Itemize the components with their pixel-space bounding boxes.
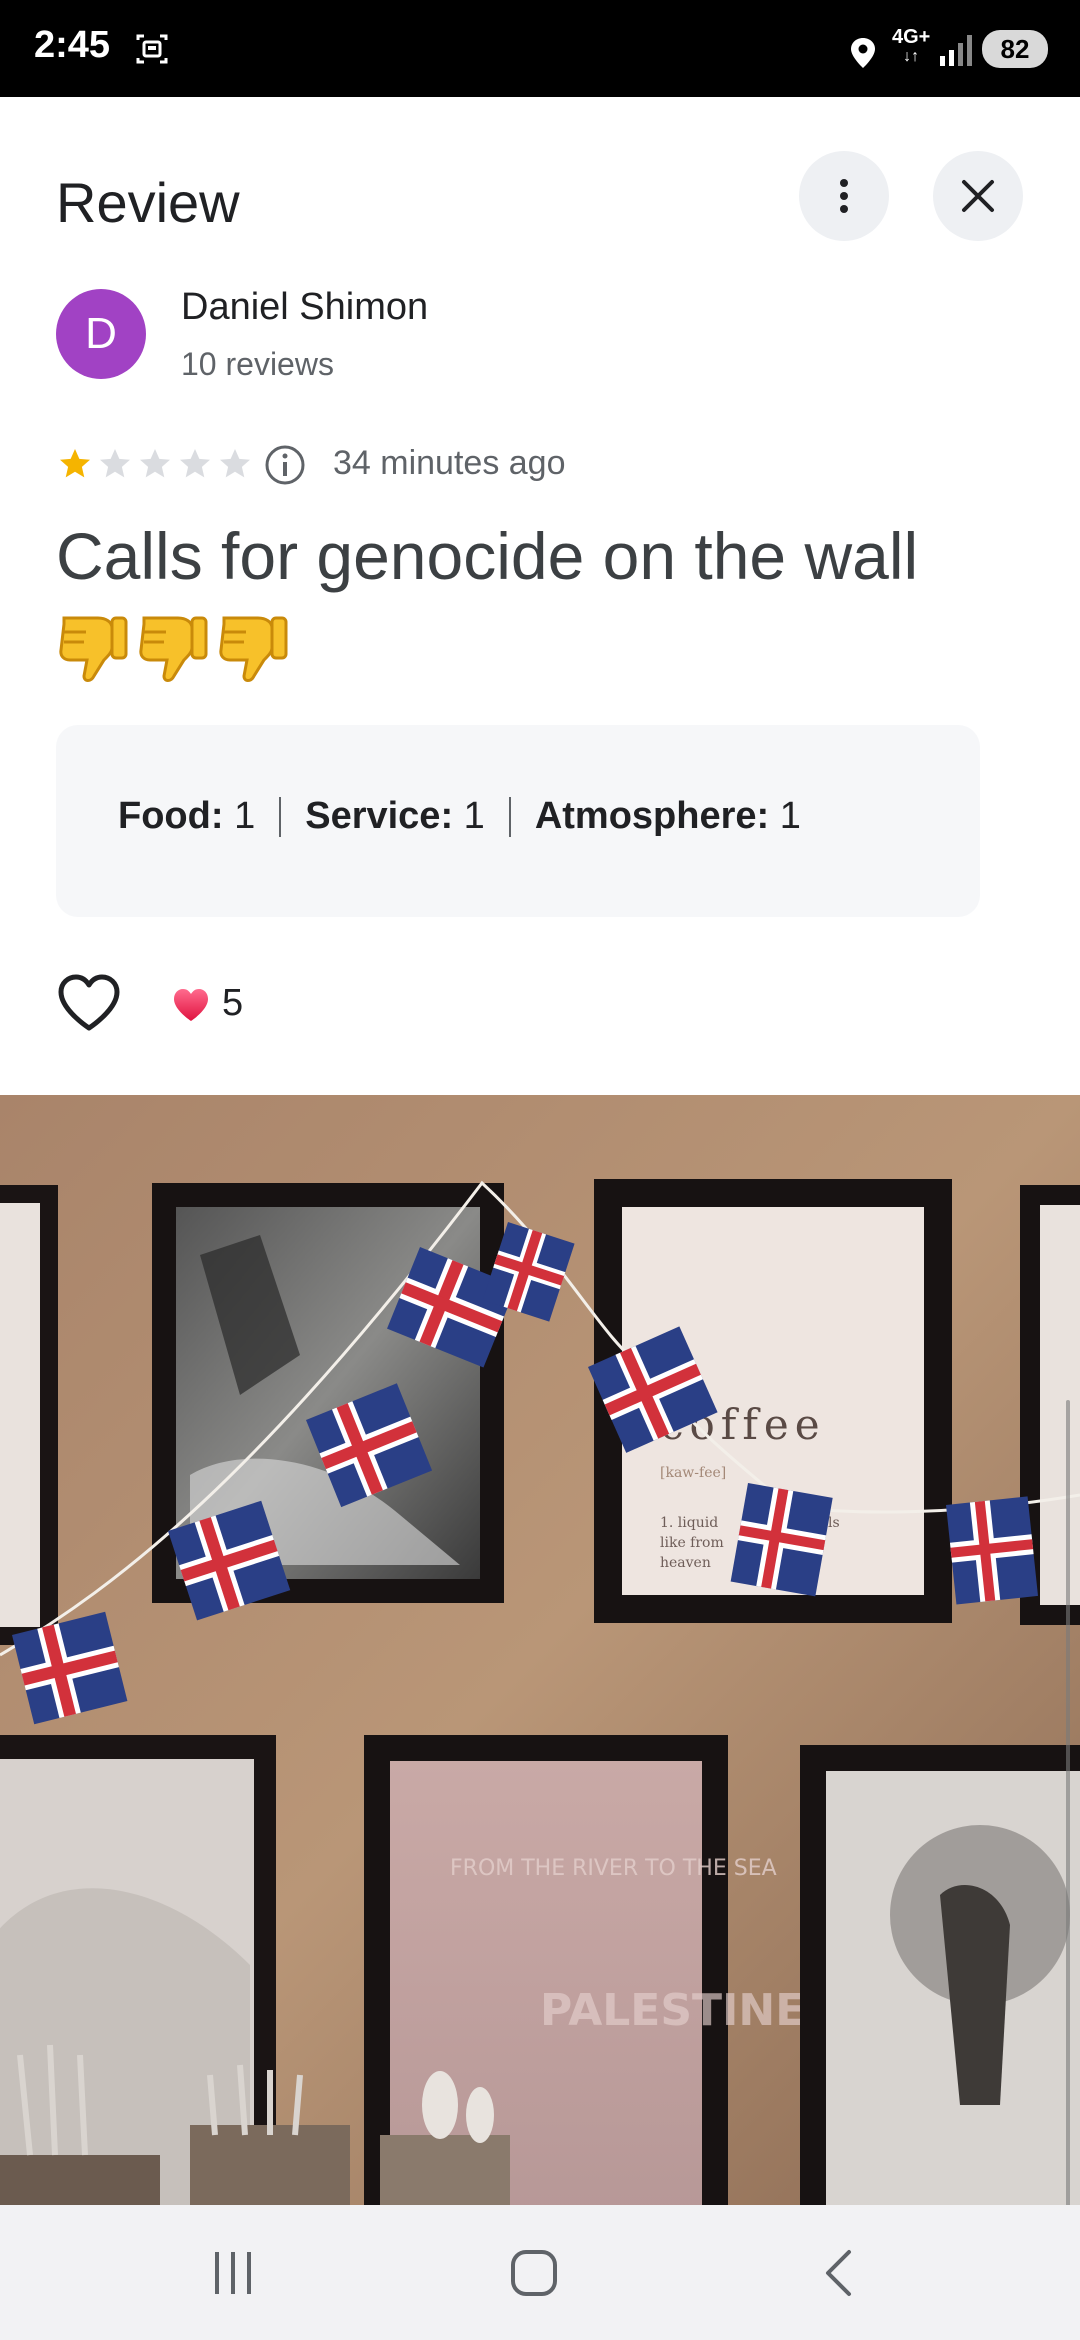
battery-indicator: 82 bbox=[982, 30, 1048, 68]
status-time: 2:45 bbox=[34, 24, 111, 66]
recents-button[interactable] bbox=[133, 2205, 333, 2340]
sub-ratings-card: Food: 1 Service: 1 Atmosphere: 1 bbox=[56, 725, 980, 917]
poster-definition-1: 1. liquid bbox=[660, 1515, 718, 1531]
recents-icon bbox=[215, 2251, 251, 2294]
review-time: 34 minutes ago bbox=[333, 444, 566, 482]
divider bbox=[279, 796, 282, 837]
avatar[interactable]: D bbox=[56, 289, 146, 379]
thumbs-down-icon bbox=[219, 616, 288, 682]
like-count: 5 bbox=[222, 982, 244, 1024]
home-button[interactable] bbox=[434, 2205, 634, 2340]
star-rating bbox=[56, 446, 254, 482]
star-empty-icon bbox=[220, 449, 250, 478]
divider bbox=[508, 796, 511, 837]
food-rating: Food: 1 bbox=[118, 795, 256, 837]
signal-icon bbox=[940, 35, 972, 66]
atmosphere-rating: Atmosphere: 1 bbox=[534, 795, 801, 837]
review-photo[interactable]: coffee [kaw-fee] 1. liquid like from hea… bbox=[0, 1095, 1080, 2205]
sub-ratings: Food: 1 Service: 1 Atmosphere: 1 bbox=[118, 795, 801, 838]
thumbs-down-icon bbox=[139, 616, 208, 682]
home-icon bbox=[511, 2249, 557, 2296]
poster-definition-3: heaven bbox=[660, 1555, 711, 1571]
like-button[interactable] bbox=[56, 972, 122, 1034]
poster-pronunciation: [kaw-fee] bbox=[660, 1465, 726, 1481]
star-empty-icon bbox=[180, 449, 210, 478]
review-emojis bbox=[56, 610, 290, 686]
more-options-button[interactable] bbox=[799, 151, 889, 241]
flag-7 bbox=[730, 1483, 833, 1597]
network-indicator: 4G+ ↓↑ bbox=[892, 26, 931, 65]
bottom-poster-text: FROM THE RIVER TO THE SEA bbox=[450, 1856, 777, 1881]
more-vert-icon bbox=[840, 179, 848, 213]
service-rating: Service: 1 bbox=[305, 795, 485, 837]
reviewer-name[interactable]: Daniel Shimon bbox=[181, 286, 428, 329]
star-empty-icon bbox=[140, 449, 170, 478]
cafe-wall-photo: coffee [kaw-fee] 1. liquid like from hea… bbox=[0, 1095, 1080, 2205]
review-text: Calls for genocide on the wall bbox=[56, 519, 919, 593]
heart-icon bbox=[174, 989, 208, 1021]
screenshot-icon bbox=[136, 34, 168, 64]
back-button[interactable] bbox=[738, 2205, 938, 2340]
status-bar: 2:45 4G+ ↓↑ 82 bbox=[0, 0, 1080, 97]
bottom-poster-text-2: PALESTINE bbox=[540, 1985, 805, 2036]
location-icon bbox=[851, 38, 875, 68]
star-empty-icon bbox=[100, 449, 130, 478]
flag-8 bbox=[946, 1496, 1039, 1605]
info-icon[interactable] bbox=[264, 444, 306, 486]
poster-definition-2: like from bbox=[660, 1535, 724, 1551]
star-filled-icon bbox=[60, 449, 90, 478]
poster-definition-tail: ls bbox=[828, 1515, 840, 1531]
close-icon bbox=[962, 180, 994, 212]
back-icon bbox=[826, 2249, 851, 2296]
close-button[interactable] bbox=[933, 151, 1023, 241]
thumbs-down-icon bbox=[59, 616, 128, 682]
page-title: Review bbox=[56, 171, 240, 234]
reviewer-review-count: 10 reviews bbox=[181, 346, 334, 382]
system-navigation-bar bbox=[0, 2205, 1080, 2340]
scrollbar[interactable] bbox=[1066, 1400, 1070, 2220]
